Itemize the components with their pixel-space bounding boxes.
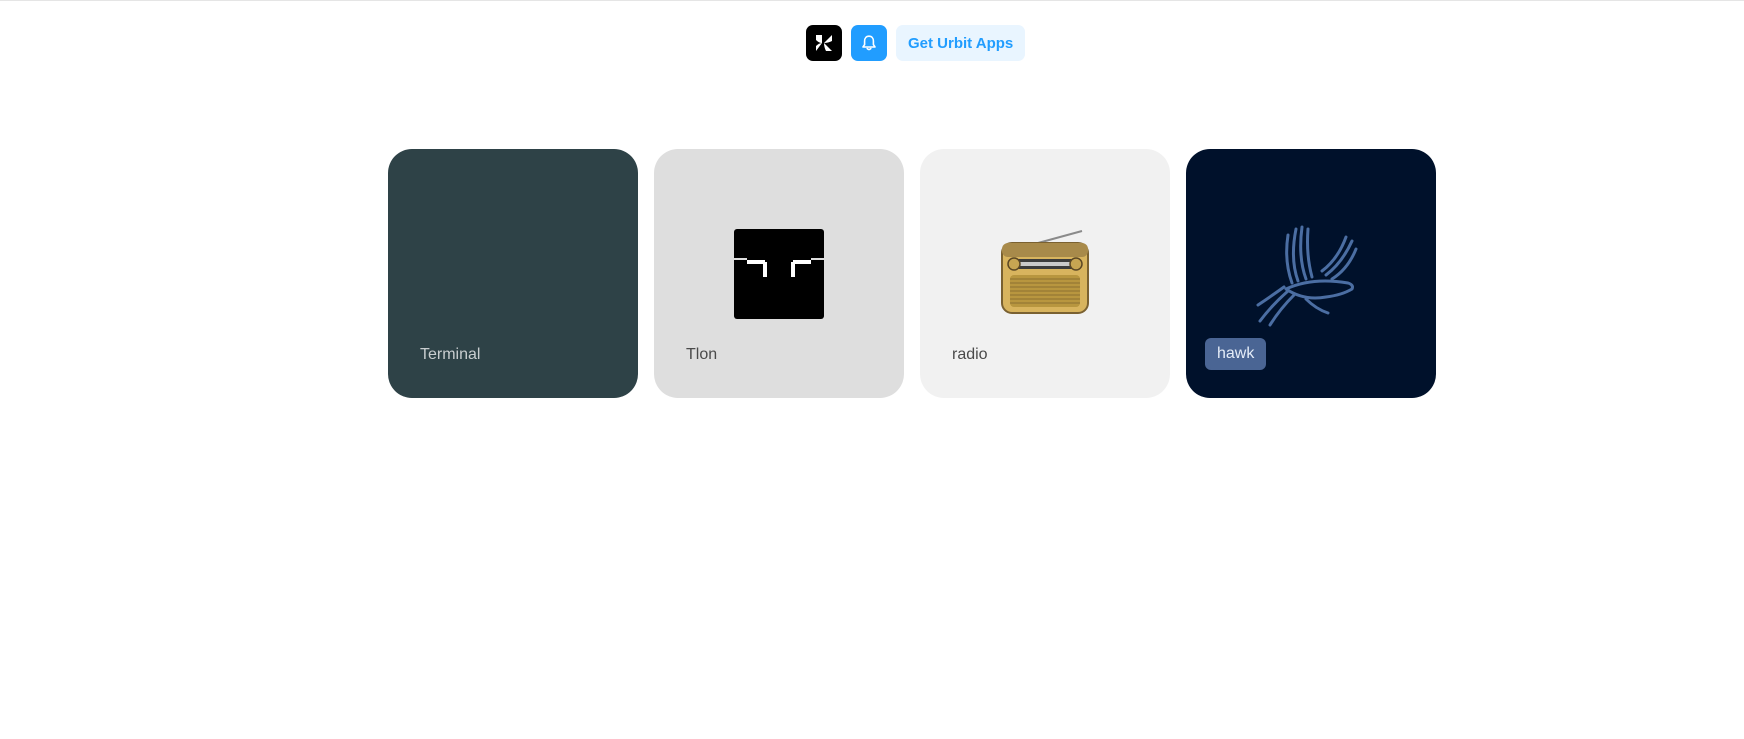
top-divider bbox=[0, 0, 1744, 1]
hawk-icon bbox=[1256, 225, 1358, 327]
tile-tlon[interactable]: Tlon bbox=[654, 149, 904, 398]
tile-hawk[interactable]: hawk bbox=[1186, 149, 1436, 398]
get-urbit-apps-button[interactable]: Get Urbit Apps bbox=[896, 25, 1026, 61]
tile-label-radio: radio bbox=[952, 346, 988, 363]
radio-icon bbox=[1001, 230, 1089, 314]
tile-label-tlon: Tlon bbox=[686, 346, 718, 363]
leap-button[interactable] bbox=[806, 25, 842, 61]
top-nav: Get Urbit Apps bbox=[806, 25, 1026, 61]
tile-label-hawk: hawk bbox=[1205, 338, 1267, 370]
tile-label-terminal: Terminal bbox=[420, 346, 481, 363]
notifications-button[interactable] bbox=[851, 25, 887, 61]
tile-terminal[interactable]: Terminal bbox=[388, 149, 638, 398]
tlon-logo-icon bbox=[734, 229, 824, 319]
leap-icon bbox=[816, 35, 832, 51]
app-grid: Terminal Tlon radio hawk bbox=[388, 149, 1436, 398]
tile-radio[interactable]: radio bbox=[920, 149, 1170, 398]
bell-icon bbox=[862, 35, 876, 51]
